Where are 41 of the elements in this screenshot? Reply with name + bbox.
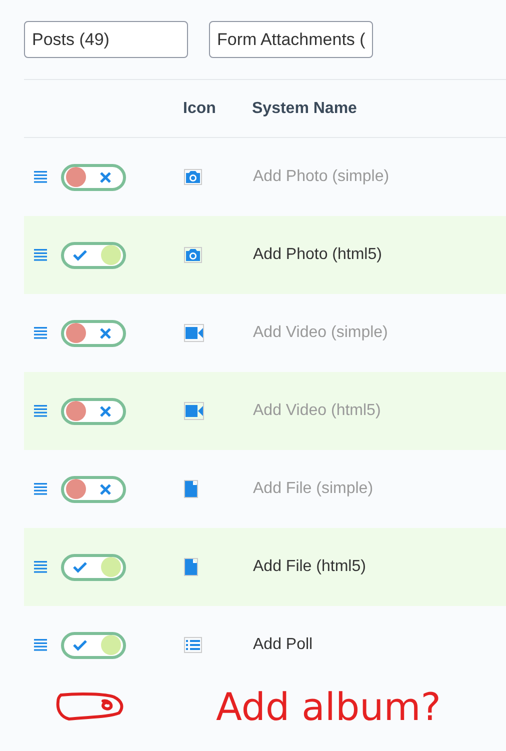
document-icon (184, 480, 198, 498)
scribbled-oval-drawing (56, 692, 126, 722)
column-header: System Name (252, 98, 357, 118)
document-icon (184, 558, 198, 576)
drag-handle-icon[interactable] (34, 405, 47, 417)
video-camera-icon (184, 402, 204, 420)
system-name: Add Photo (html5) (253, 245, 382, 265)
close-icon (100, 172, 111, 182)
video-camera-icon (184, 324, 204, 342)
system-name: Add Video (html5) (253, 401, 381, 421)
drag-handle-icon[interactable] (34, 639, 47, 651)
drag-handle-icon[interactable] (34, 327, 47, 339)
handwritten-note: Add album? (216, 688, 441, 726)
toggle-switch[interactable] (61, 164, 126, 190)
system-name: Add File (simple) (253, 479, 374, 499)
system-name: Add Video (simple) (253, 323, 388, 343)
camera-icon (184, 247, 202, 263)
toggle-switch[interactable] (61, 632, 126, 658)
system-name: Add File (html5) (253, 557, 366, 577)
system-name: Add Poll (253, 635, 313, 655)
close-icon (100, 406, 111, 416)
column-header: Icon (183, 98, 217, 118)
toggle-switch[interactable] (61, 242, 126, 268)
drag-handle-icon[interactable] (34, 249, 47, 261)
drag-handle-icon[interactable] (34, 483, 47, 495)
toggle-switch[interactable] (61, 398, 126, 424)
check-icon (73, 639, 87, 651)
filter-field[interactable]: Posts (49) (24, 21, 188, 58)
system-name: Add Photo (simple) (253, 167, 390, 187)
drag-handle-icon[interactable] (34, 561, 47, 573)
camera-icon (184, 169, 202, 185)
check-icon (73, 561, 87, 573)
checklist-icon (184, 637, 202, 653)
filter-field[interactable]: Form Attachments ( (209, 21, 373, 58)
close-icon (100, 484, 111, 494)
toggle-switch[interactable] (61, 554, 126, 580)
drag-handle-icon[interactable] (34, 171, 47, 183)
toggle-switch[interactable] (61, 320, 126, 346)
close-icon (100, 328, 111, 338)
check-icon (73, 249, 87, 261)
toggle-switch[interactable] (61, 476, 126, 502)
